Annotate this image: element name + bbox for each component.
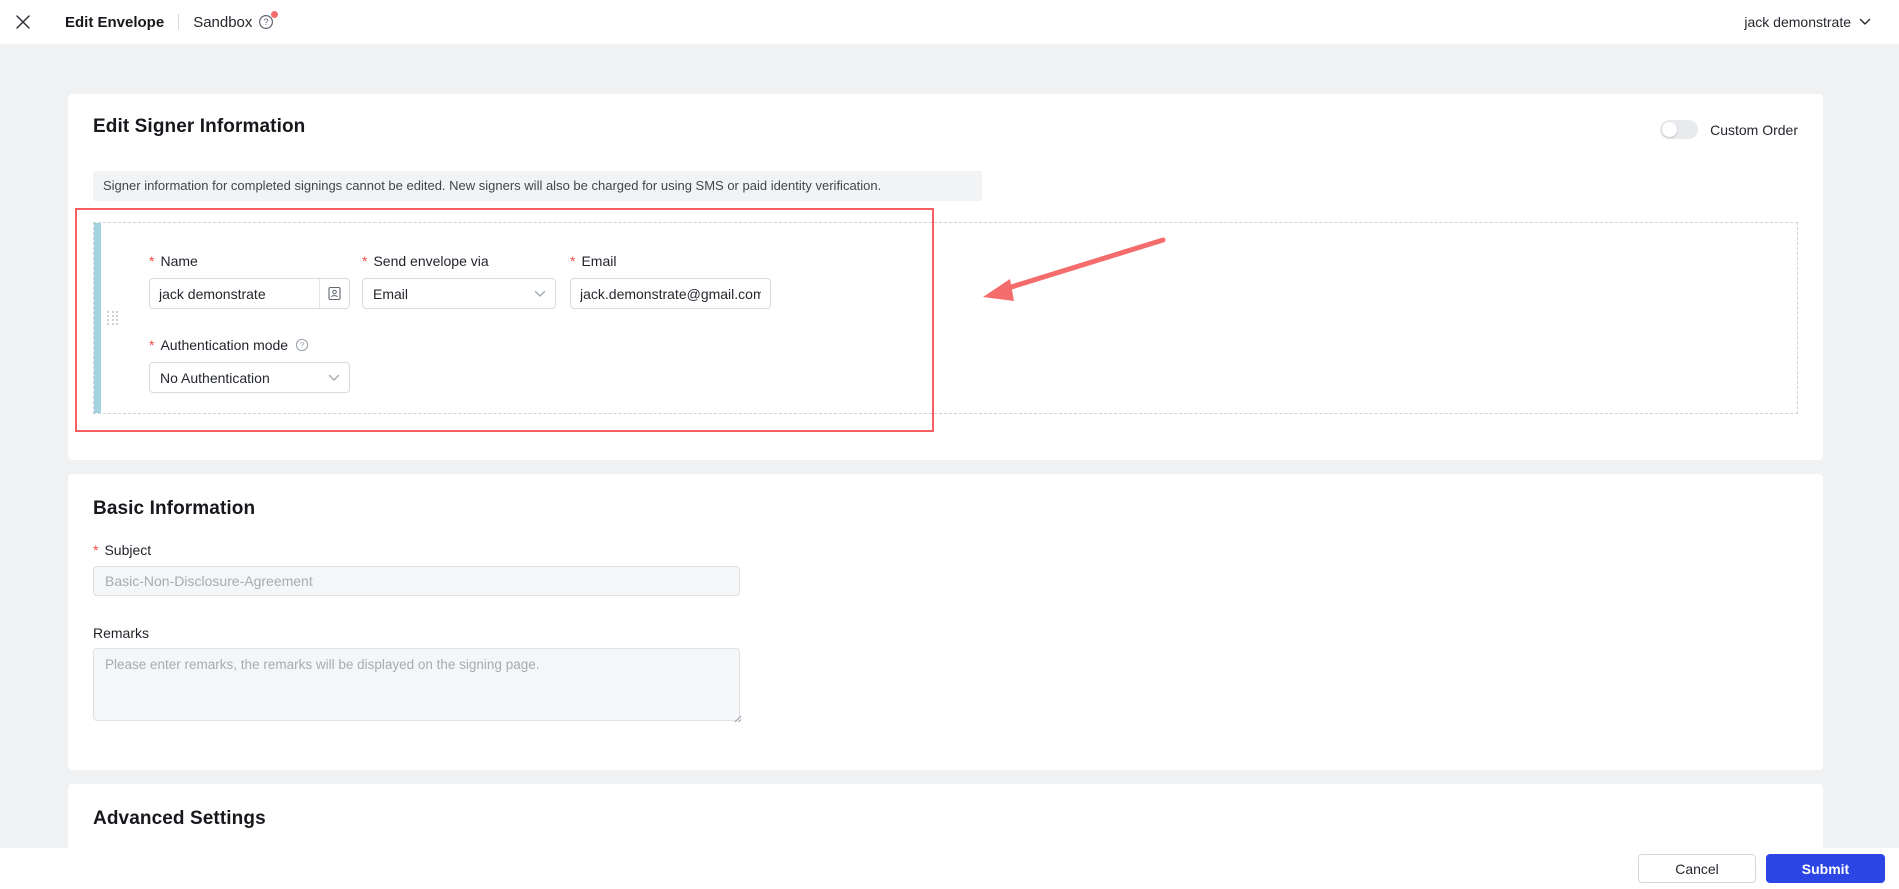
advanced-settings-section: Advanced Settings <box>68 784 1823 848</box>
drag-handle-icon[interactable] <box>107 311 118 327</box>
name-input[interactable] <box>150 279 319 308</box>
contact-card-icon[interactable] <box>319 279 349 308</box>
email-label: * Email <box>570 253 617 269</box>
custom-order-label: Custom Order <box>1710 121 1798 138</box>
basic-section-title: Basic Information <box>93 498 256 519</box>
edit-signer-section: Edit Signer Information Custom Order Sig… <box>68 94 1823 460</box>
name-input-wrap <box>149 278 350 309</box>
user-menu[interactable]: jack demonstrate <box>1744 14 1871 30</box>
remarks-label: Remarks <box>93 625 150 641</box>
toggle-knob <box>1662 122 1678 137</box>
name-field-group: * Name <box>149 253 350 309</box>
name-label: * Name <box>149 253 198 269</box>
auth-mode-select[interactable]: No Authentication <box>149 362 350 393</box>
subject-input[interactable] <box>93 566 740 596</box>
email-input[interactable] <box>570 278 771 309</box>
signer-card: * Name * Send envelope via <box>93 222 1798 414</box>
close-icon[interactable] <box>0 0 46 45</box>
info-banner: Signer information for completed signing… <box>93 171 982 201</box>
custom-order-control: Custom Order <box>1660 120 1798 139</box>
help-circle-icon[interactable]: ? <box>295 338 309 352</box>
sandbox-label: Sandbox ? <box>193 11 279 31</box>
auth-mode-label: * Authentication mode ? <box>149 337 350 353</box>
auth-mode-field-group: * Authentication mode ? No Authenticatio… <box>149 337 350 393</box>
send-via-label: * Send envelope via <box>362 253 489 269</box>
basic-info-section: Basic Information * Subject Remarks <box>68 474 1823 770</box>
remarks-textarea[interactable] <box>93 648 740 721</box>
signer-section-title: Edit Signer Information <box>93 116 306 137</box>
submit-button[interactable]: Submit <box>1766 854 1885 883</box>
chevron-down-icon <box>328 374 340 381</box>
signer-accent-bar <box>94 223 101 413</box>
top-bar: Edit Envelope Sandbox ? jack demonstrate <box>0 0 1899 45</box>
user-name: jack demonstrate <box>1744 14 1851 30</box>
notification-dot <box>271 11 279 18</box>
email-field-group: * Email <box>570 253 771 309</box>
svg-text:?: ? <box>300 341 305 350</box>
send-via-select[interactable]: Email <box>362 278 556 309</box>
sandbox-help-icon[interactable]: ? <box>258 11 279 30</box>
footer-bar: Cancel Submit <box>0 848 1899 889</box>
chevron-down-icon <box>1859 18 1871 25</box>
title-divider <box>178 14 180 30</box>
custom-order-toggle[interactable] <box>1660 120 1699 139</box>
page-title: Edit Envelope <box>65 13 165 31</box>
advanced-section-title: Advanced Settings <box>93 808 266 829</box>
cancel-button[interactable]: Cancel <box>1638 854 1756 883</box>
svg-text:?: ? <box>264 17 269 27</box>
subject-label: * Subject <box>93 542 152 558</box>
send-via-field-group: * Send envelope via Email <box>362 253 556 309</box>
chevron-down-icon <box>534 290 546 297</box>
